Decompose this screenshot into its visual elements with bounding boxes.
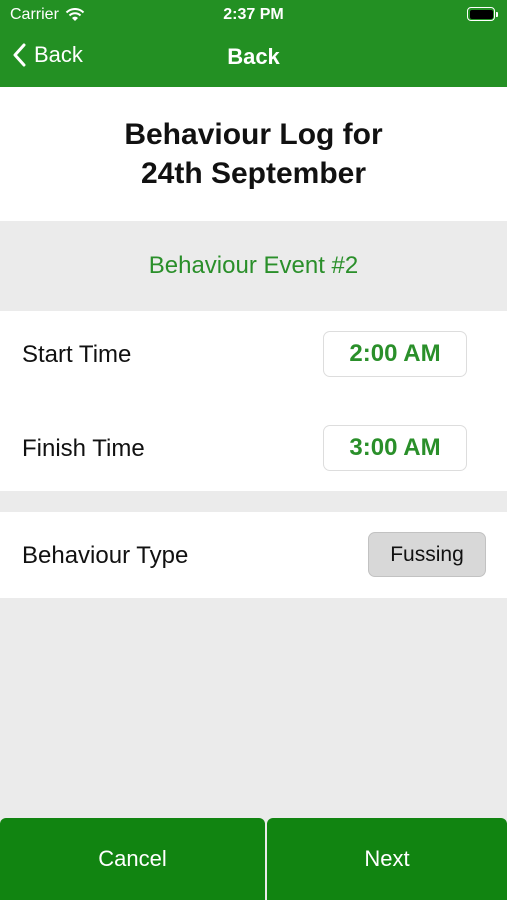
finish-time-picker[interactable]: 3:00 AM bbox=[323, 425, 467, 471]
time-card: Start Time 2:00 AM Finish Time 3:00 AM bbox=[0, 311, 507, 491]
clock: 2:37 PM bbox=[223, 6, 284, 23]
status-bar: Carrier 2:37 PM bbox=[0, 0, 507, 30]
cancel-button[interactable]: Cancel bbox=[0, 818, 265, 900]
top-bar: Carrier 2:37 PM Back Back bbox=[0, 0, 507, 87]
next-button[interactable]: Next bbox=[267, 818, 507, 900]
start-time-label: Start Time bbox=[22, 341, 132, 368]
battery-icon bbox=[467, 7, 498, 21]
battery-level bbox=[469, 9, 493, 19]
behaviour-type-card: Behaviour Type Fussing bbox=[0, 512, 507, 598]
behaviour-type-button[interactable]: Fussing bbox=[368, 532, 486, 577]
finish-time-label: Finish Time bbox=[22, 435, 145, 462]
start-time-picker[interactable]: 2:00 AM bbox=[323, 331, 467, 377]
header-card: Behaviour Log for 24th September bbox=[0, 87, 507, 221]
behaviour-type-label: Behaviour Type bbox=[22, 542, 189, 569]
page-title: Behaviour Log for 24th September bbox=[124, 118, 383, 190]
battery-tip bbox=[496, 11, 498, 17]
event-label: Behaviour Event #2 bbox=[148, 252, 359, 279]
nav-title: Back bbox=[227, 44, 280, 69]
